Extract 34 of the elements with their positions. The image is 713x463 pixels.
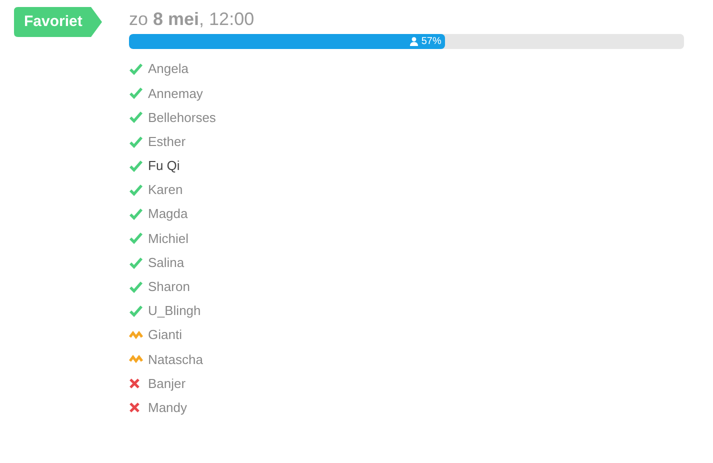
wave-icon [129, 331, 143, 340]
person-name: Angela [148, 60, 188, 78]
person-name: Mandy [148, 398, 188, 417]
person-icon [410, 37, 418, 46]
person-name: Salina [148, 254, 184, 272]
check-icon [129, 87, 143, 100]
check-icon [129, 63, 143, 76]
check-icon [129, 304, 143, 317]
person-name: Esther [148, 132, 186, 151]
person-name: Magda [148, 205, 188, 224]
check-icon [129, 160, 143, 172]
person-name: Sharon [148, 278, 190, 296]
person-name: Gianti [148, 326, 182, 344]
cross-icon [129, 402, 140, 414]
person-name: U_Blingh [148, 302, 201, 320]
person-name: Banjer [148, 374, 186, 393]
person-name: Annemay [148, 84, 203, 103]
cross-icon [129, 378, 140, 390]
progress-reading: 57% [421, 36, 442, 46]
person-name: Karen [148, 181, 183, 200]
person-name: Bellehorses [148, 108, 216, 127]
person-name: Natascha [148, 350, 203, 369]
check-icon [129, 208, 143, 220]
check-icon [129, 184, 143, 196]
person-name: Fu Qi [148, 157, 180, 176]
check-icon [129, 111, 143, 124]
wave-icon [129, 355, 143, 364]
check-icon [129, 280, 143, 293]
event-date: zo 8 mei, 12:00 [129, 8, 256, 31]
check-icon [129, 136, 143, 148]
person-name: Michiel [148, 230, 188, 248]
check-icon [129, 232, 143, 244]
tag-label: Favoriet [23, 12, 82, 32]
check-icon [129, 256, 143, 269]
